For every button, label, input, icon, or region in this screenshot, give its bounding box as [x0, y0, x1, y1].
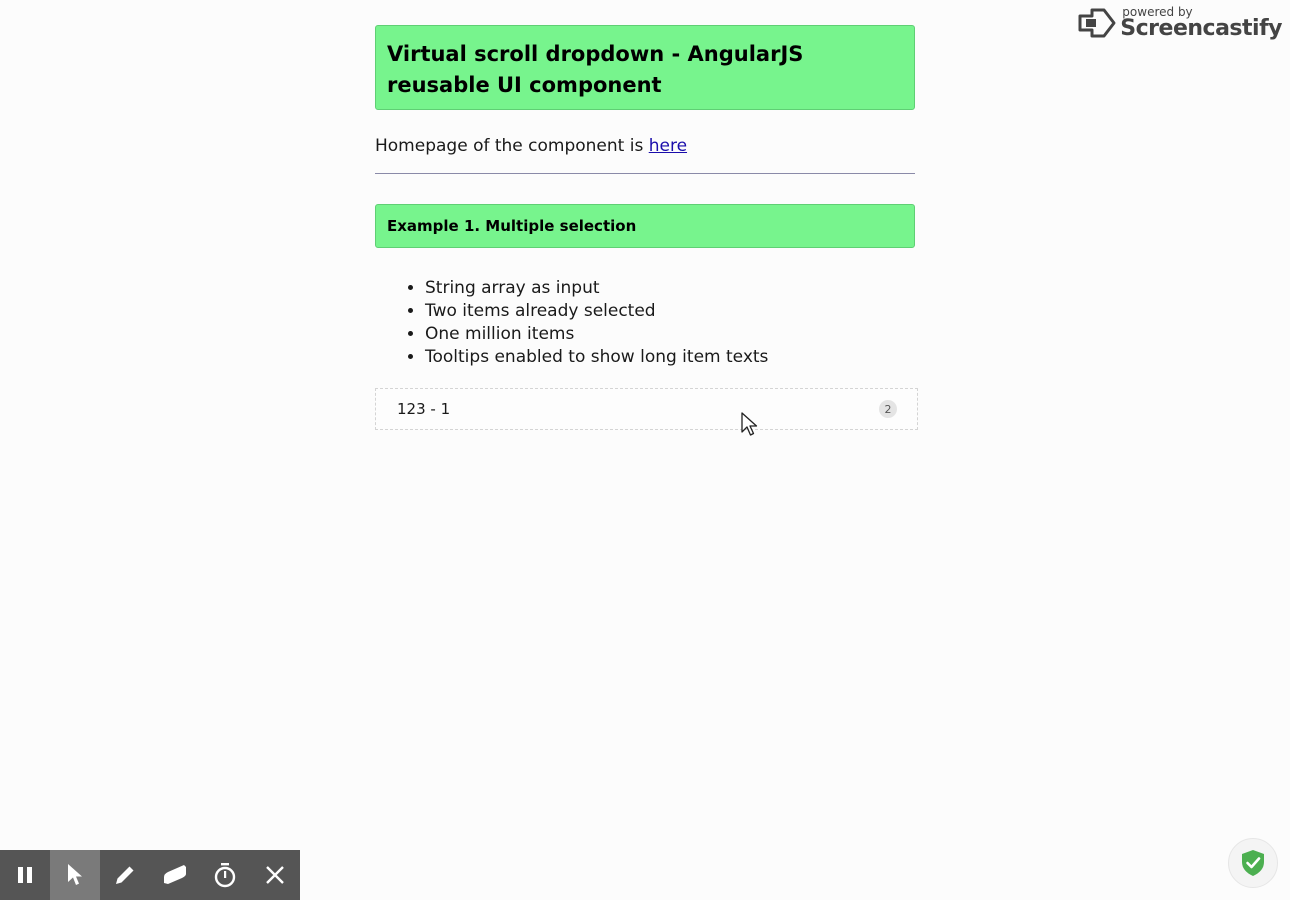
- close-icon: [266, 866, 284, 884]
- screencastify-watermark: powered by Screencastify: [1078, 6, 1282, 40]
- pointer-tool-button[interactable]: [50, 850, 100, 900]
- screencastify-logo-icon: [1078, 8, 1116, 38]
- pointer-icon: [68, 864, 82, 885]
- adguard-shield-button[interactable]: [1228, 838, 1278, 888]
- list-item: Tooltips enabled to show long item texts: [425, 346, 915, 369]
- divider: [375, 173, 915, 174]
- homepage-text: Homepage of the component is: [375, 136, 649, 156]
- pause-button[interactable]: [0, 850, 50, 900]
- page-title: Virtual scroll dropdown - AngularJS reus…: [387, 42, 804, 97]
- eraser-tool-button[interactable]: [150, 850, 200, 900]
- dropdown-value: 123 - 1: [397, 400, 451, 418]
- timer-button[interactable]: [200, 850, 250, 900]
- watermark-text: powered by Screencastify: [1120, 6, 1282, 40]
- shield-check-icon: [1242, 850, 1264, 876]
- pause-icon: [18, 867, 32, 883]
- pen-icon: [116, 866, 134, 884]
- list-item: Two items already selected: [425, 300, 915, 323]
- screencastify-toolbar: [0, 850, 300, 900]
- mouse-cursor-icon: [741, 412, 758, 436]
- eraser-icon: [164, 865, 186, 884]
- virtual-scroll-dropdown[interactable]: 123 - 1 2: [375, 388, 918, 430]
- title-banner: Virtual scroll dropdown - AngularJS reus…: [375, 25, 915, 110]
- example-heading: Example 1. Multiple selection: [387, 217, 637, 235]
- selected-count-badge: 2: [879, 400, 897, 418]
- homepage-link[interactable]: here: [649, 136, 687, 156]
- feature-list: String array as input Two items already …: [375, 277, 915, 369]
- close-button[interactable]: [250, 850, 300, 900]
- example-heading-banner: Example 1. Multiple selection: [375, 204, 915, 248]
- list-item: One million items: [425, 323, 915, 346]
- main-content: Virtual scroll dropdown - AngularJS reus…: [375, 25, 918, 430]
- homepage-line: Homepage of the component is here: [375, 134, 915, 158]
- timer-icon: [214, 863, 236, 888]
- page: Virtual scroll dropdown - AngularJS reus…: [0, 0, 1290, 900]
- pen-tool-button[interactable]: [100, 850, 150, 900]
- list-item: String array as input: [425, 277, 915, 300]
- watermark-brand: Screencastify: [1120, 16, 1282, 41]
